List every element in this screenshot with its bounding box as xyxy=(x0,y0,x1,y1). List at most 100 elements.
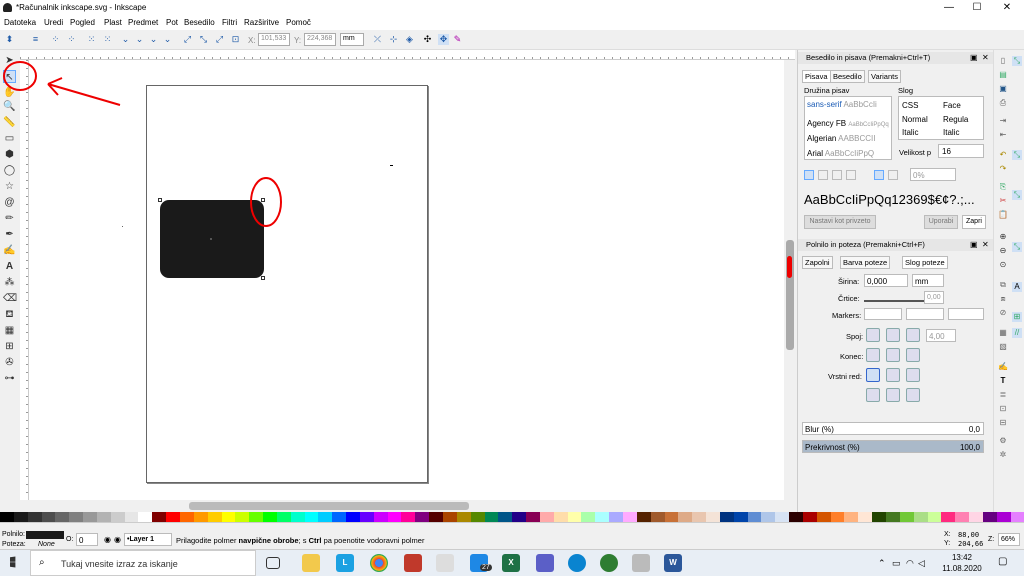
palette-swatch[interactable] xyxy=(276,512,291,522)
duplicate-icon[interactable]: ⧉ xyxy=(998,280,1008,290)
node-tool-opt-icon[interactable]: ⁙ xyxy=(102,34,113,45)
snap-nodes-icon[interactable]: ⤡ xyxy=(1012,190,1022,200)
palette-swatch[interactable] xyxy=(41,512,56,522)
palette-swatch[interactable] xyxy=(872,512,886,522)
menu-layer[interactable]: Plast xyxy=(104,18,122,27)
marker-mid-select[interactable] xyxy=(906,308,944,320)
palette-swatch[interactable] xyxy=(235,512,250,522)
clock-date[interactable]: 11.08.2020 xyxy=(940,564,984,573)
minimize-button[interactable]: — xyxy=(934,0,964,16)
palette-swatch[interactable] xyxy=(69,512,84,522)
dash-offset-input[interactable]: 0,00 xyxy=(924,291,944,304)
palette-swatch[interactable] xyxy=(179,512,194,522)
snap-bbox-icon[interactable]: ⤡ xyxy=(1012,150,1022,160)
palette-swatch[interactable] xyxy=(955,512,970,522)
palette-swatch[interactable] xyxy=(996,512,1011,522)
layer-select[interactable]: •Layer 1 xyxy=(124,533,172,546)
color-palette[interactable] xyxy=(0,512,1024,522)
opacity-input[interactable]: 0 xyxy=(76,533,98,546)
font-item[interactable]: Arial AaBbCcIiPpQ xyxy=(807,149,874,158)
cap-round-icon[interactable] xyxy=(886,348,900,362)
palette-swatch[interactable] xyxy=(927,512,942,522)
style-item[interactable]: Italic xyxy=(902,128,918,137)
palette-swatch[interactable] xyxy=(789,512,803,522)
layers-icon[interactable]: ≣ xyxy=(998,390,1008,400)
join-bevel-icon[interactable] xyxy=(866,328,880,342)
snap-nodes-icon[interactable]: ✥ xyxy=(438,34,449,45)
palette-swatch[interactable] xyxy=(152,512,167,522)
palette-swatch[interactable] xyxy=(207,512,222,522)
x-input[interactable]: 101,533 xyxy=(258,33,290,46)
redo-icon[interactable]: ↷ xyxy=(998,164,1008,174)
palette-swatch[interactable] xyxy=(443,512,457,522)
miter-limit-input[interactable]: 4,00 xyxy=(926,329,956,342)
menu-help[interactable]: Pomoč xyxy=(286,18,311,27)
task-view-icon[interactable] xyxy=(266,557,280,569)
copy-icon[interactable]: ⎘ xyxy=(998,182,1008,192)
join-miter-icon[interactable] xyxy=(906,328,920,342)
style-item[interactable]: Normal xyxy=(902,115,928,124)
snap-grid-icon[interactable]: ⊞ xyxy=(1012,312,1022,322)
palette-swatch[interactable] xyxy=(498,512,513,522)
menu-path[interactable]: Pot xyxy=(166,18,178,27)
palette-swatch[interactable] xyxy=(263,512,277,522)
show-handles-icon[interactable]: ⊹ xyxy=(388,34,399,45)
apply-button[interactable]: Uporabi xyxy=(924,215,958,229)
doc-props-icon[interactable]: ⚙ xyxy=(998,436,1008,446)
snap-others-icon[interactable]: ⤡ xyxy=(1012,242,1022,252)
set-default-button[interactable]: Nastavi kot privzeto xyxy=(804,215,876,229)
palette-swatch[interactable] xyxy=(27,512,42,522)
menu-filters[interactable]: Filtri xyxy=(222,18,237,27)
snap-guide-icon[interactable]: // xyxy=(1012,328,1022,338)
y-input[interactable]: 224,368 xyxy=(304,33,336,46)
palette-swatch[interactable] xyxy=(830,512,845,522)
dash-select[interactable] xyxy=(864,292,924,302)
palette-swatch[interactable] xyxy=(941,512,956,522)
network-icon[interactable]: ▭ xyxy=(892,558,901,569)
segment-icon[interactable]: ⊡ xyxy=(230,34,241,45)
align-center-icon[interactable] xyxy=(818,170,828,180)
palette-swatch[interactable] xyxy=(484,512,499,522)
palette-swatch[interactable] xyxy=(290,512,305,522)
menu-view[interactable]: Pogled xyxy=(70,18,95,27)
palette-swatch[interactable] xyxy=(802,512,817,522)
palette-swatch[interactable] xyxy=(761,512,776,522)
panel-close-icon[interactable]: ✕ xyxy=(982,240,989,249)
maximize-button[interactable]: ☐ xyxy=(962,0,992,16)
word-icon[interactable]: W xyxy=(664,554,682,572)
align-right-icon[interactable] xyxy=(832,170,842,180)
file-explorer-icon[interactable] xyxy=(302,554,320,572)
order-stroke-fill-icon[interactable] xyxy=(886,368,900,382)
align-left-icon[interactable] xyxy=(804,170,814,180)
tab-text[interactable]: Besedilo xyxy=(830,70,865,83)
snap-text-icon[interactable]: A xyxy=(1012,282,1022,292)
node-tool-opt-icon[interactable]: ⁘ xyxy=(50,34,61,45)
palette-swatch[interactable] xyxy=(706,512,720,522)
fill-stroke-icon[interactable]: ✍ xyxy=(998,362,1008,372)
font-item[interactable]: Algerian AABBCCII xyxy=(807,134,875,143)
palette-swatch[interactable] xyxy=(401,512,416,522)
palette-swatch[interactable] xyxy=(110,512,125,522)
menu-object[interactable]: Predmet xyxy=(128,18,158,27)
text-tool-icon[interactable]: A xyxy=(3,260,16,273)
node-type-icon[interactable]: ⌄ xyxy=(134,34,145,45)
tray-chevron-icon[interactable]: ⌃ xyxy=(878,558,886,569)
save-icon[interactable]: ▣ xyxy=(998,84,1008,94)
node-tool-opt-icon[interactable]: ⁘ xyxy=(66,34,77,45)
panel-float-icon[interactable]: ▣ xyxy=(970,240,978,249)
stroke-width-input[interactable]: 0,000 xyxy=(864,274,908,287)
blur-slider[interactable]: Blur (%) 0,0 xyxy=(802,422,984,435)
fill-swatch[interactable] xyxy=(26,531,64,539)
palette-swatch[interactable] xyxy=(13,512,28,522)
open-icon[interactable]: ▤ xyxy=(998,70,1008,80)
inkscape-taskbar-icon[interactable] xyxy=(632,554,650,572)
h-scroll-thumb[interactable] xyxy=(189,502,469,510)
align-icon[interactable]: ⊟ xyxy=(998,418,1008,428)
lower-icon[interactable]: ≡ xyxy=(30,34,41,45)
spray-tool-icon[interactable]: ⁂ xyxy=(3,276,16,289)
palette-swatch[interactable] xyxy=(96,512,111,522)
cut-icon[interactable]: ✂ xyxy=(998,196,1008,206)
palette-swatch[interactable] xyxy=(553,512,568,522)
stroke-unit-select[interactable]: mm xyxy=(912,274,944,287)
teams-icon[interactable] xyxy=(536,554,554,572)
